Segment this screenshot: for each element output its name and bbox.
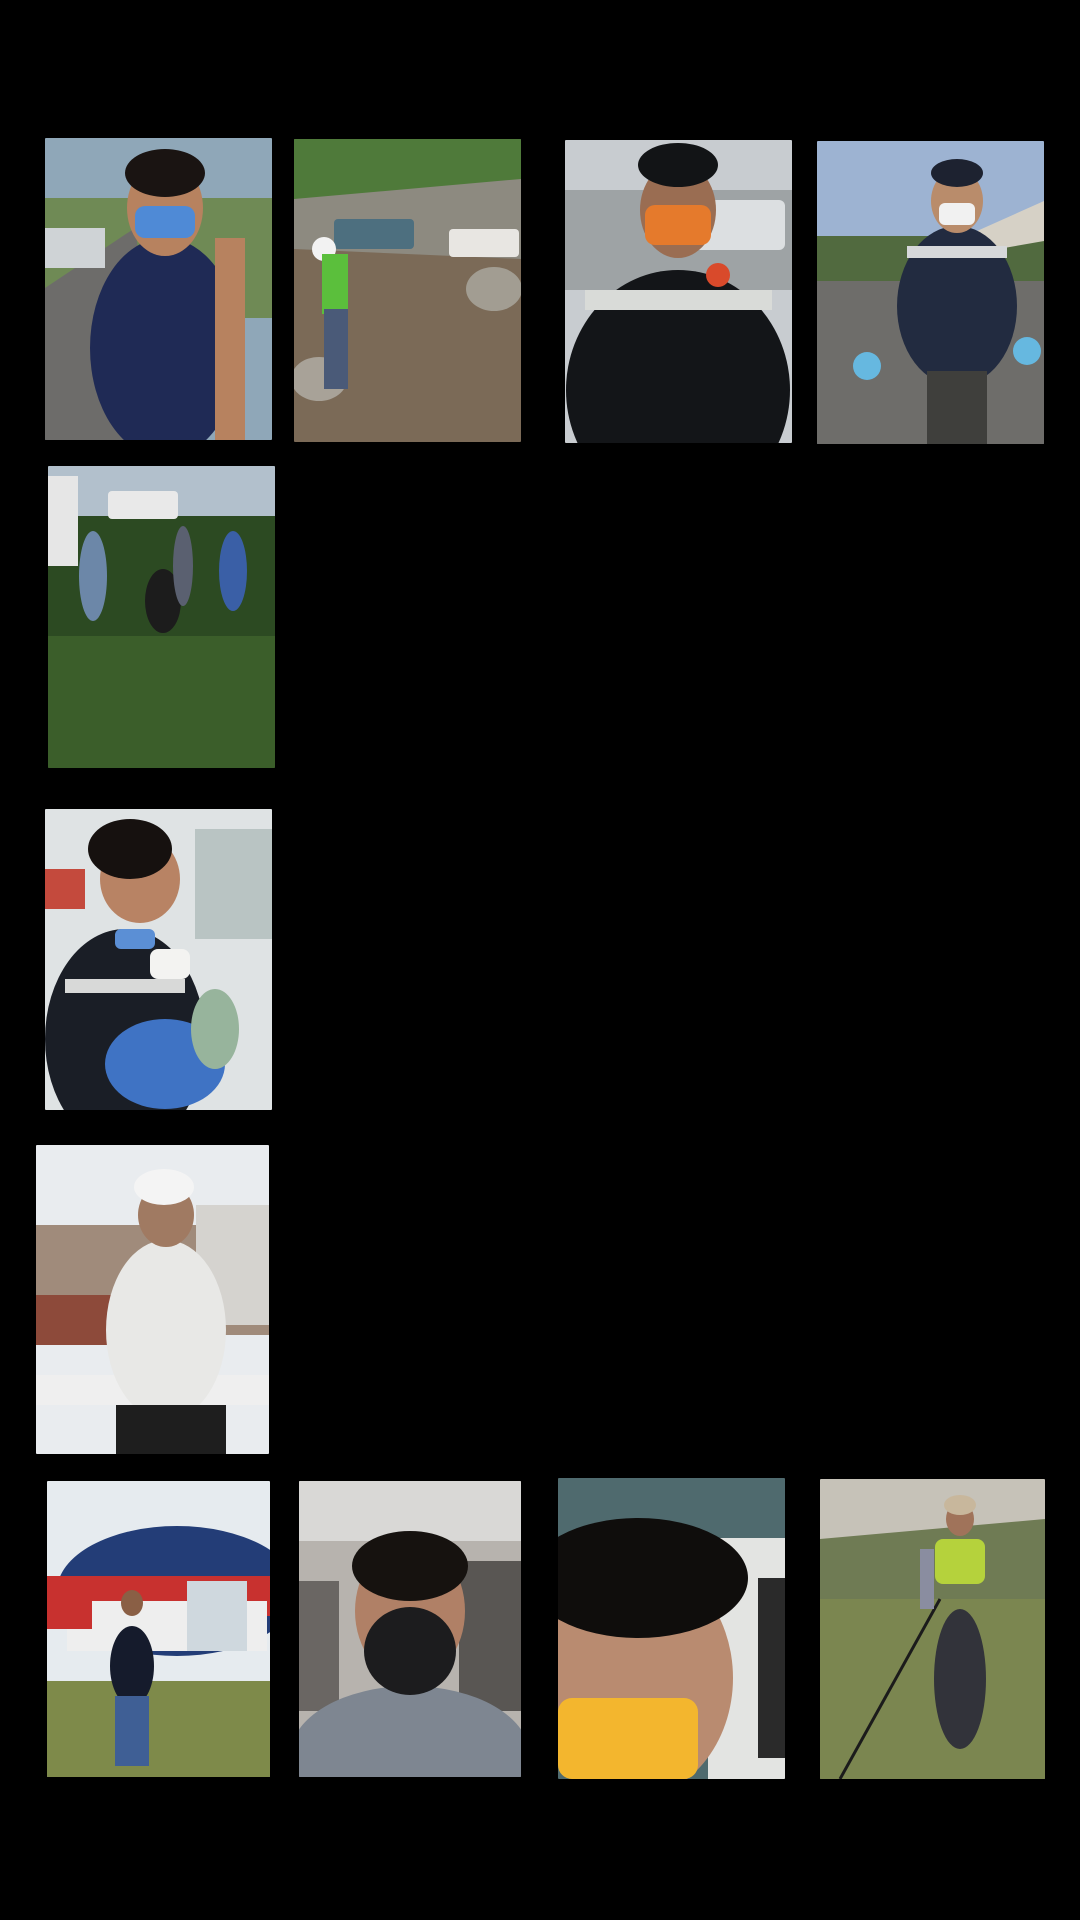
photo-man-by-helicopter[interactable] (47, 1481, 270, 1777)
photo-man-hill-rope[interactable] (820, 1479, 1045, 1779)
photo-rescuer-blue-mask[interactable] (45, 138, 272, 440)
photo-climber-white-helmet[interactable] (36, 1145, 269, 1454)
photo-man-yellow-mask-closeup[interactable] (558, 1478, 785, 1779)
photo-worker-rocky-slope[interactable] (294, 139, 521, 442)
photo-group-on-grass[interactable] (48, 466, 275, 768)
photo-man-black-mask-car[interactable] (299, 1481, 521, 1777)
photo-rescuer-blue-gloves[interactable] (817, 141, 1044, 444)
photo-rescuer-holding-infant[interactable] (45, 809, 272, 1110)
photo-rescuer-orange-mask[interactable] (565, 140, 792, 443)
